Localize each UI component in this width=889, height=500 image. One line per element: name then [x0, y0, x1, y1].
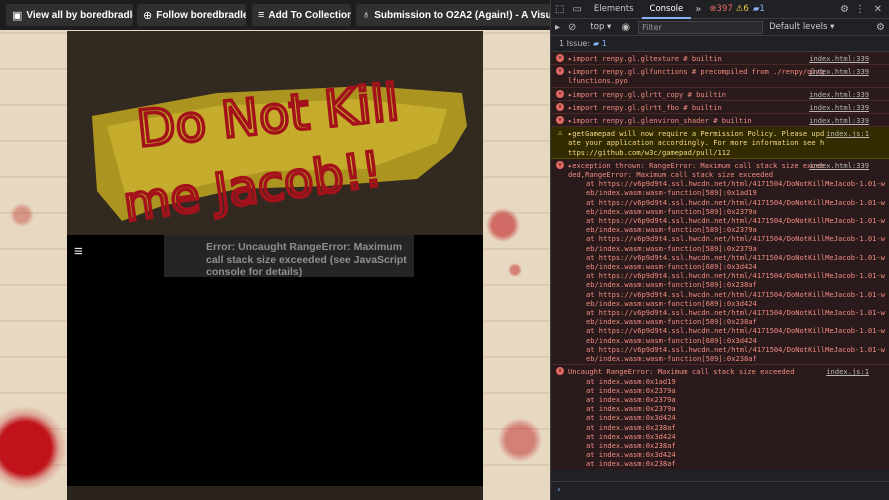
itch-top-bar: ▣ View all by boredbradley ⊕ Follow boredb… — [0, 0, 550, 30]
stack-frame[interactable]: at https://v6p9d9t4.ssl.hwcdn.net/html/4… — [568, 326, 885, 344]
live-expression-eye-icon[interactable]: ◉ — [617, 22, 634, 33]
info-count: 1 — [759, 4, 765, 14]
message-source-link[interactable]: index.html:339 — [809, 161, 869, 170]
add-to-collection-button[interactable]: ≡ Add To Collection — [252, 4, 351, 26]
error-icon: ✕ — [556, 89, 564, 98]
stack-frame[interactable]: at https://v6p9d9t4.ssl.hwcdn.net/html/4… — [568, 198, 885, 216]
stack-frame[interactable]: at https://v6p9d9t4.ssl.hwcdn.net/html/4… — [568, 179, 885, 197]
stack-frame[interactable]: at index.wasm:0x3d424 — [568, 450, 885, 459]
image-gallery-icon: ▣ — [12, 9, 23, 22]
console-message[interactable]: ✕ ▸import renpy.gl.glrtt_copy # builtin in… — [551, 87, 889, 101]
game-page: ▣ View all by boredbradley ⊕ Follow boredb… — [0, 0, 550, 500]
device-toolbar-icon[interactable]: ▭ — [568, 4, 585, 15]
stack-frame[interactable]: at index.wasm:0x238af — [568, 441, 885, 450]
ribbon-icon: ♁ — [362, 9, 371, 21]
stack-frame[interactable]: at index.wasm:0x1ad19 — [568, 377, 885, 386]
warning-count: 6 — [743, 4, 749, 14]
title-banner: Do Not Kill me Jacob!! — [67, 31, 483, 235]
message-source-link[interactable]: index.html:339 — [809, 116, 869, 125]
follow-button[interactable]: ⊕ Follow boredbradley — [137, 4, 246, 26]
error-message: Error: Uncaught RangeError: Maximum call… — [164, 235, 414, 278]
jam-submission-label: Submission to O2A2 (Again!) - A Visual N… — [374, 9, 550, 21]
console-message[interactable]: ✕ Uncaught RangeError: Maximum call stack… — [551, 365, 889, 470]
issues-count-badge[interactable]: ▰ 1 — [593, 39, 607, 48]
message-source-link[interactable]: index.html:339 — [809, 54, 869, 63]
uncaught-stack-trace: at index.wasm:0x1ad19 at index.wasm:0x237… — [568, 377, 885, 469]
stack-frame[interactable]: at https://v6p9d9t4.ssl.hwcdn.net/html/4… — [568, 308, 885, 326]
game-bottom-strip — [67, 486, 483, 500]
context-label: top — [590, 22, 605, 32]
console-message[interactable]: ✕ ▸import renpy.gl.glenviron_shader # bui… — [551, 114, 889, 128]
inspect-element-icon[interactable]: ⬚ — [551, 4, 568, 15]
stack-frame[interactable]: at https://v6p9d9t4.ssl.hwcdn.net/html/4… — [568, 290, 885, 308]
more-options-icon[interactable]: ⋮ — [851, 4, 869, 15]
game-frame[interactable]: Do Not Kill me Jacob!! ≡ Error: Uncaught… — [67, 31, 483, 500]
message-source-link[interactable]: index.js:1 — [826, 129, 869, 138]
console-toolbar: ▸ ⊘ top ▾ ◉ Filter Default levels ▾ ⚙ — [551, 19, 889, 36]
console-settings-icon[interactable]: ⚙ — [872, 22, 889, 33]
error-icon: ✕ — [556, 102, 564, 111]
console-message[interactable]: ✕ ▸import renpy.gl.glrtt_fbo # builtin ind… — [551, 100, 889, 115]
error-icon: ✕ — [556, 367, 564, 376]
stack-frame[interactable]: at index.wasm:0x2379a — [568, 404, 885, 413]
message-source-link[interactable]: index.html:339 — [809, 90, 869, 99]
issues-label: 1 Issue: — [559, 39, 591, 48]
more-tabs-icon[interactable]: » — [691, 4, 705, 15]
log-levels-dropdown[interactable]: Default levels ▾ — [769, 22, 834, 32]
tab-console[interactable]: Console — [641, 0, 692, 19]
jam-submission-button[interactable]: ♁Submission to O2A2 (Again!) - A Visual … — [356, 4, 550, 26]
console-message[interactable]: ✕ ▸exception thrown: RangeError: Maximum … — [551, 158, 889, 366]
stack-frame[interactable]: at https://v6p9d9t4.ssl.hwcdn.net/html/4… — [568, 271, 885, 289]
sidebar-toggle-icon[interactable]: ▸ — [551, 22, 564, 33]
stack-frame[interactable]: at https://v6p9d9t4.ssl.hwcdn.net/html/4… — [568, 253, 885, 271]
devtools-panel: ⬚ ▭ Elements Console » ⊗397 ⚠6 ▰1 ⚙ ⋮ ✕ … — [550, 0, 889, 500]
error-icon: ✕ — [556, 160, 564, 169]
clear-console-icon[interactable]: ⊘ — [564, 22, 580, 33]
error-icon: ✕ — [556, 67, 564, 76]
exception-stack-trace: at https://v6p9d9t4.ssl.hwcdn.net/html/4… — [568, 179, 885, 363]
console-warning[interactable]: ⚠ ▸getGamepad will now require a Permissi… — [551, 127, 889, 159]
stack-frame[interactable]: at index.wasm:0x3d424 — [568, 432, 885, 441]
view-all-button[interactable]: ▣ View all by boredbradley — [6, 4, 133, 26]
add-user-icon: ⊕ — [143, 9, 153, 22]
error-count: 397 — [716, 4, 733, 14]
console-message[interactable]: ✕ ▸import renpy.gl.gltexture # builtin ind… — [551, 52, 889, 66]
info-count-badge[interactable]: ▰1 — [753, 4, 765, 14]
stack-frame[interactable]: at index.wasm:0x238af — [568, 459, 885, 468]
stack-frame[interactable]: at index.wasm:0x238af — [568, 423, 885, 432]
error-count-badge[interactable]: ⊗397 — [709, 4, 732, 14]
stack-frame[interactable]: at https://v6p9d9t4.ssl.hwcdn.net/html/4… — [568, 345, 885, 363]
stack-frame[interactable]: at index.wasm:0x3d424 — [568, 413, 885, 422]
console-messages: ✕ ▸import renpy.gl.gltexture # builtin ind… — [551, 52, 889, 470]
follow-label: Follow boredbradley — [156, 9, 246, 21]
error-icon: ⊗ — [709, 4, 717, 14]
console-message[interactable]: ✕ ▸import renpy.gl.glfunctions # precompi… — [551, 65, 889, 88]
warning-count-badge[interactable]: ⚠6 — [736, 4, 749, 14]
message-source-link[interactable]: index.html:339 — [809, 103, 869, 112]
warning-icon: ⚠ — [557, 128, 563, 138]
error-icon: ✕ — [556, 54, 564, 62]
close-icon[interactable]: ✕ — [870, 4, 886, 15]
error-icon: ✕ — [556, 116, 564, 125]
issues-bar[interactable]: 1 Issue: ▰ 1 — [551, 36, 889, 52]
add-list-icon: ≡ — [258, 9, 265, 21]
issues-count: 1 — [601, 39, 607, 48]
title-art: Do Not Kill me Jacob!! — [92, 72, 467, 235]
view-all-label: View all by boredbradley — [26, 9, 133, 21]
stack-frame[interactable]: at index.wasm:0x2379a — [568, 395, 885, 404]
stack-frame[interactable]: at https://v6p9d9t4.ssl.hwcdn.net/html/4… — [568, 234, 885, 252]
filter-input[interactable]: Filter — [638, 20, 764, 34]
context-selector[interactable]: top ▾ — [590, 22, 611, 32]
message-source-link[interactable]: index.html:339 — [809, 67, 869, 76]
tab-elements[interactable]: Elements — [586, 0, 642, 19]
console-prompt[interactable]: › — [551, 481, 889, 500]
stack-frame[interactable]: at index.wasm:0x2379a — [568, 386, 885, 395]
hamburger-menu-icon[interactable]: ≡ — [74, 243, 83, 260]
add-to-collection-label: Add To Collection — [268, 9, 351, 21]
message-source-link[interactable]: index.js:1 — [826, 367, 869, 376]
devtools-tab-bar: ⬚ ▭ Elements Console » ⊗397 ⚠6 ▰1 ⚙ ⋮ ✕ — [551, 0, 889, 19]
stack-frame[interactable]: at https://v6p9d9t4.ssl.hwcdn.net/html/4… — [568, 216, 885, 234]
